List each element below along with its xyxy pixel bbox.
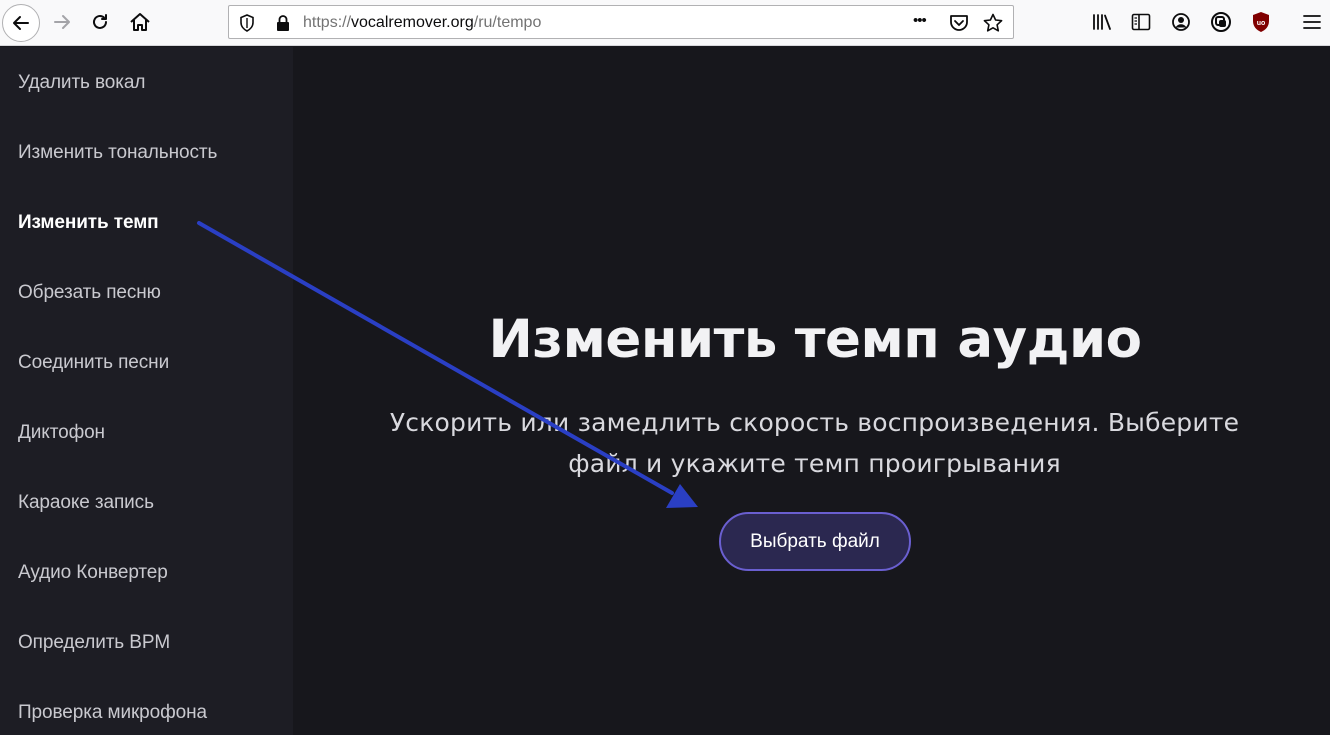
extension-icon [1211, 12, 1231, 32]
browser-toolbar: https://vocalremover.org/ru/tempo ••• uo [0, 0, 1330, 46]
ublock-button[interactable]: uo [1243, 4, 1279, 40]
main-content: Изменить темп аудио Ускорить или замедли… [293, 47, 1330, 735]
pocket-icon[interactable] [949, 13, 969, 33]
home-button[interactable] [122, 4, 158, 40]
arrow-right-icon [54, 15, 70, 29]
description-line-1: Ускорить или замедлить скорость воспроиз… [389, 408, 1240, 437]
arrow-left-icon [13, 16, 29, 30]
sidebar-item-karaoke-recording[interactable]: Караоке запись [18, 492, 154, 514]
sidebar-item-change-tempo[interactable]: Изменить темп [18, 212, 159, 234]
sidebar-nav: Удалить вокал Изменить тональность Измен… [0, 47, 293, 735]
menu-button[interactable] [1294, 4, 1330, 40]
bookmark-star-icon[interactable] [983, 13, 1003, 33]
url-host: vocalremover.org [351, 14, 474, 31]
description-line-2: файл и укажите темп проигрывания [568, 449, 1061, 478]
account-button[interactable] [1163, 4, 1199, 40]
url-prefix: https:// [303, 14, 352, 31]
shield-icon[interactable] [237, 13, 257, 33]
ublock-shield-icon: uo [1253, 12, 1269, 32]
forward-button[interactable] [44, 4, 80, 40]
page-title: Изменить темп аудио [488, 309, 1142, 370]
choose-file-button[interactable]: Выбрать файл [719, 512, 911, 571]
sidebar-item-change-key[interactable]: Изменить тональность [18, 142, 217, 164]
back-button[interactable] [2, 4, 40, 42]
page-actions-more-icon[interactable]: ••• [913, 12, 927, 29]
reload-button[interactable] [82, 4, 118, 40]
lock-icon[interactable] [273, 13, 293, 33]
address-bar[interactable]: https://vocalremover.org/ru/tempo ••• [228, 5, 1014, 39]
home-icon [130, 13, 150, 31]
url-text[interactable]: https://vocalremover.org/ru/tempo [303, 14, 541, 32]
url-path: /ru/tempo [473, 14, 542, 31]
sidebar-item-voice-recorder[interactable]: Диктофон [18, 422, 105, 444]
sidebar-item-audio-converter[interactable]: Аудио Конвертер [18, 562, 168, 584]
reload-icon [93, 14, 107, 29]
sidebar-item-mic-test[interactable]: Проверка микрофона [18, 702, 207, 724]
account-icon [1172, 13, 1190, 31]
hamburger-menu-icon [1303, 15, 1321, 29]
sidebar-item-cut-song[interactable]: Обрезать песню [18, 282, 161, 304]
library-icon [1093, 14, 1111, 30]
sidebar-toggle-button[interactable] [1123, 4, 1159, 40]
sidebar-icon [1131, 13, 1151, 31]
sidebar-item-join-songs[interactable]: Соединить песни [18, 352, 169, 374]
svg-text:uo: uo [1257, 20, 1266, 27]
extension-button[interactable] [1203, 4, 1239, 40]
page-description: Ускорить или замедлить скорость воспроиз… [388, 402, 1241, 484]
sidebar-item-bpm-finder[interactable]: Определить BPM [18, 632, 170, 654]
library-button[interactable] [1084, 4, 1120, 40]
sidebar-item-remove-vocals[interactable]: Удалить вокал [18, 72, 145, 94]
